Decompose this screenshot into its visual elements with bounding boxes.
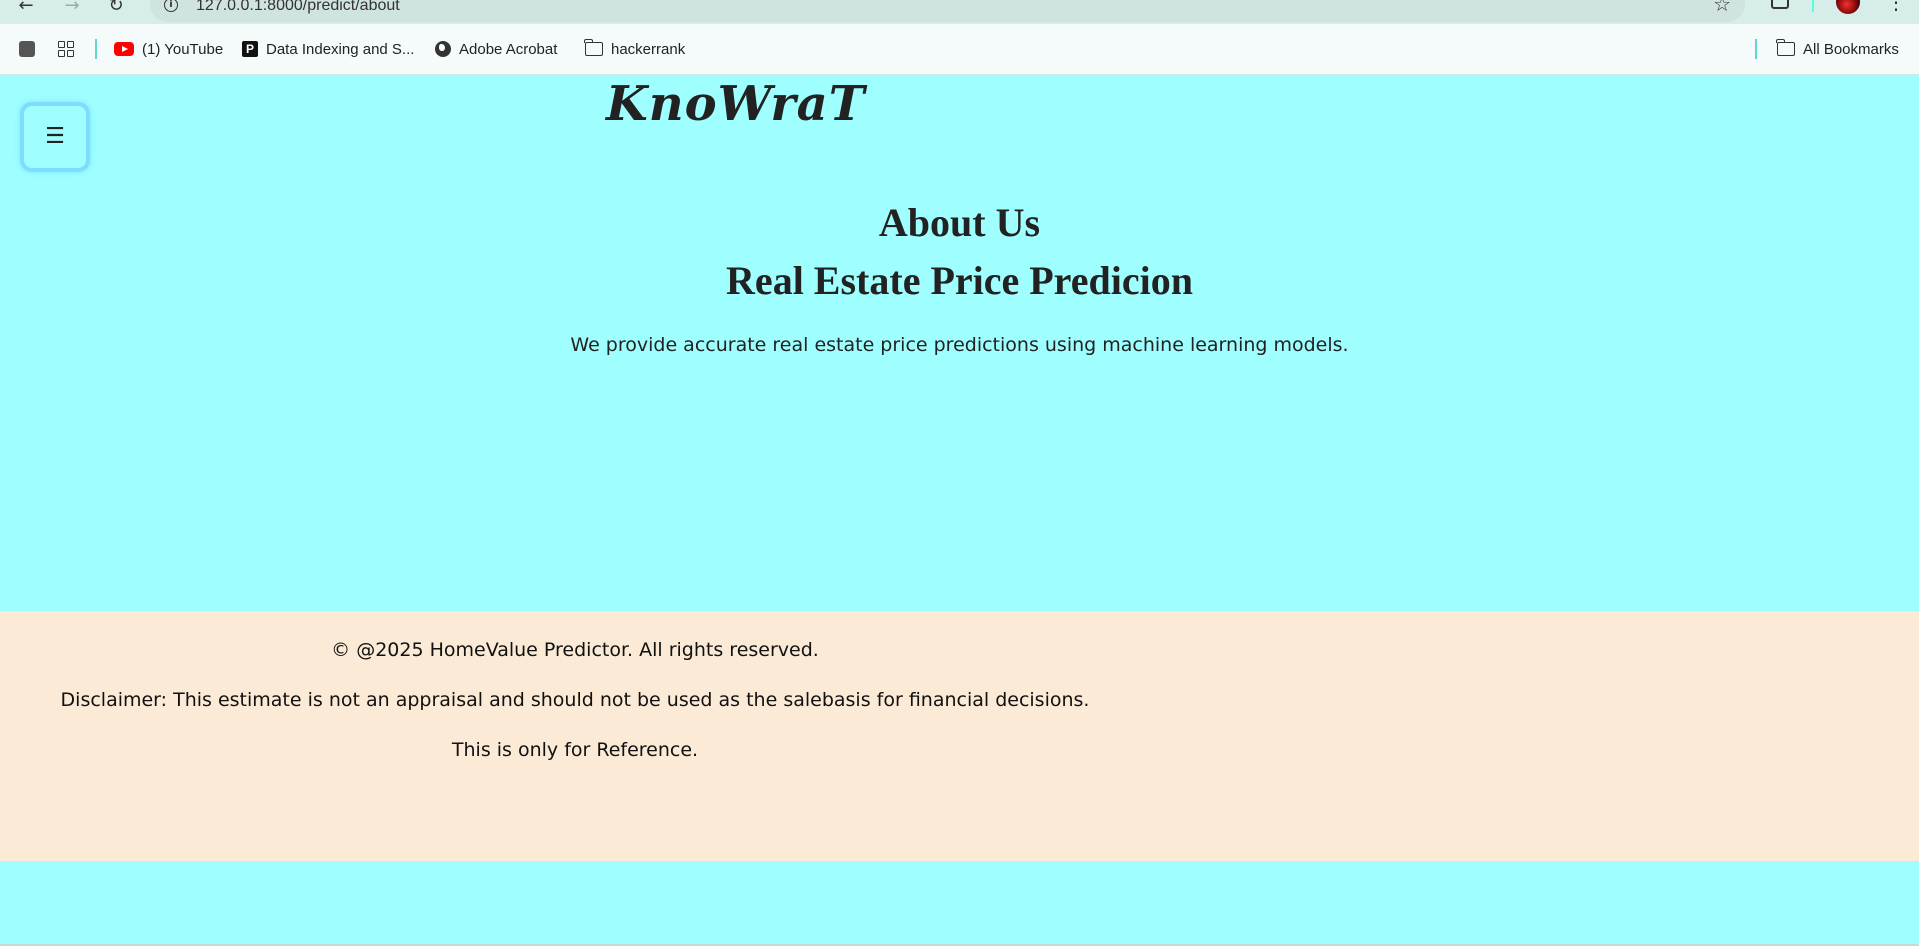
bookmark-label: Adobe Acrobat [459,40,558,58]
square-icon [19,41,35,57]
brand-logo-text: KnoWraT [606,76,866,132]
menu-toggle-button[interactable]: ☰ [20,102,90,172]
bookmark-youtube[interactable]: (1) YouTube [114,39,223,59]
bookmark-adobe-acrobat[interactable]: Adobe Acrobat [435,39,557,59]
reload-icon[interactable]: ↻ [104,0,128,18]
back-icon[interactable]: ← [14,0,38,18]
bookmark-label: Data Indexing and S... [266,40,415,58]
page-body: ☰ KnoWraT About Us Real Estate Price Pre… [0,75,1919,946]
folder-icon [584,39,603,56]
about-description: We provide accurate real estate price pr… [570,334,1349,356]
bookmarks-divider [1755,39,1757,59]
all-bookmarks-label: All Bookmarks [1803,40,1899,58]
bookmark-data-indexing[interactable]: P Data Indexing and S... [242,39,414,59]
page-title: About Us [878,200,1041,245]
apps-icon[interactable] [58,39,74,59]
bookmark-label: hackerrank [611,40,686,58]
site-info-icon[interactable]: i [164,0,178,12]
footer-copyright: © @2025 HomeValue Predictor. All rights … [331,639,819,661]
hamburger-icon: ☰ [45,124,65,149]
bookmark-hackerrank[interactable]: hackerrank [584,39,686,59]
bookmark-label: (1) YouTube [142,40,224,58]
page-subtitle: Real Estate Price Predicion [726,258,1193,303]
all-bookmarks[interactable]: All Bookmarks [1776,39,1899,59]
tab-search-icon[interactable] [19,39,35,59]
bookmark-star-icon[interactable]: ☆ [1713,0,1731,16]
browser-toolbar: ← → ↻ i 127.0.0.1:8000/predict/about ☆ ⋮ [0,0,1919,24]
address-bar[interactable]: i 127.0.0.1:8000/predict/about ☆ [150,0,1745,22]
url-text[interactable]: 127.0.0.1:8000/predict/about [196,0,400,15]
profile-avatar[interactable] [1836,0,1860,14]
footer-note: This is only for Reference. [451,739,699,761]
footer-disclaimer: Disclaimer: This estimate is not an appr… [60,689,1090,711]
browser-menu-icon[interactable]: ⋮ [1886,0,1906,12]
bookmarks-divider [95,39,97,59]
forward-icon[interactable]: → [60,0,84,18]
youtube-icon [114,42,134,56]
grid-icon [58,41,74,57]
toolbar-divider [1812,0,1814,12]
globe-icon [435,41,451,57]
extensions-icon[interactable] [1771,0,1789,9]
footer: © @2025 HomeValue Predictor. All rights … [0,611,1919,861]
bookmarks-bar: (1) YouTube P Data Indexing and S... Ado… [0,24,1919,75]
p-icon: P [242,41,258,57]
folder-icon [1776,39,1795,56]
